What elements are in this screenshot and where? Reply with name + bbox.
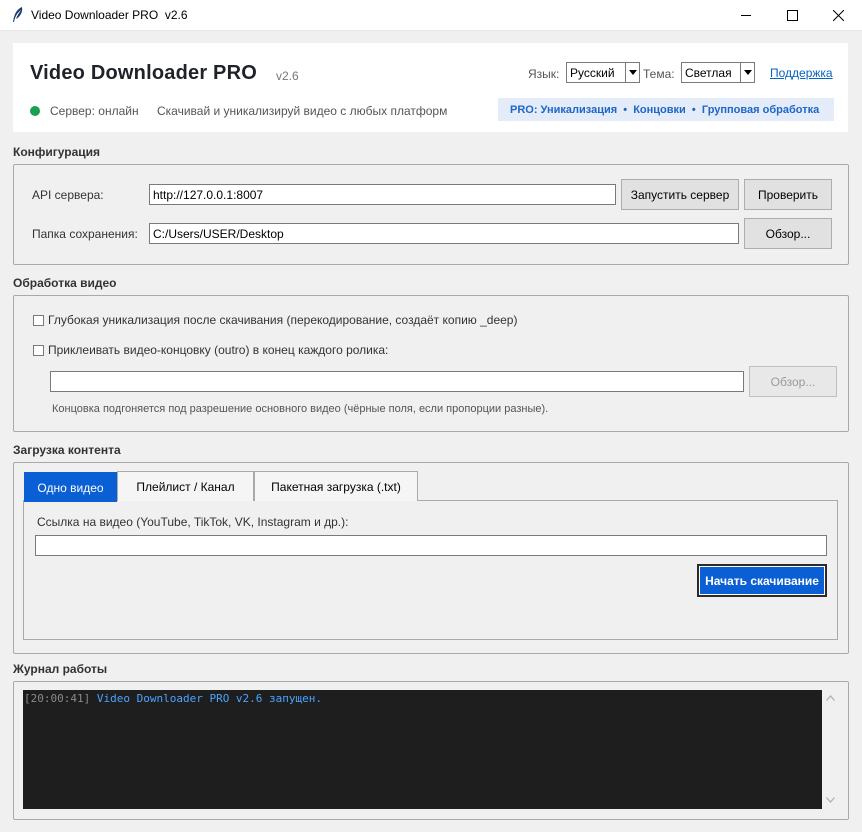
theme-select[interactable]: Светлая: [681, 62, 755, 83]
app-version: v2.6: [276, 69, 299, 83]
folder-input[interactable]: C:/Users/USER/Desktop: [149, 223, 739, 244]
theme-label: Тема:: [643, 67, 675, 81]
server-status: Сервер: онлайн: [50, 104, 139, 118]
scroll-up-icon[interactable]: [826, 695, 835, 701]
folder-input-value: C:/Users/USER/Desktop: [153, 227, 284, 241]
outro-path-input[interactable]: [50, 371, 744, 392]
log-message: Video Downloader PRO v2.6 запущен.: [96, 692, 323, 705]
check-server-button[interactable]: Проверить: [744, 179, 832, 210]
api-input-value: http://127.0.0.1:8007: [153, 188, 264, 202]
api-label: API сервера:: [32, 188, 104, 202]
app-title: Video Downloader PRO: [30, 62, 257, 84]
log-output[interactable]: [20:00:41] Video Downloader PRO v2.6 зап…: [23, 690, 822, 809]
scroll-down-icon[interactable]: [826, 797, 835, 803]
outro-label[interactable]: Приклеивать видео-концовку (outro) в кон…: [48, 343, 388, 357]
start-download-button[interactable]: Начать скачивание: [697, 564, 827, 597]
download-section-title: Загрузка контента: [13, 443, 121, 457]
log-line: [20:00:41] Video Downloader PRO v2.6 зап…: [24, 692, 322, 705]
tagline: Скачивай и уникализируй видео с любых пл…: [157, 104, 448, 118]
language-select-value: Русский: [570, 66, 615, 80]
support-link[interactable]: Поддержка: [770, 66, 833, 80]
api-input[interactable]: http://127.0.0.1:8007: [149, 184, 616, 205]
start-server-button[interactable]: Запустить сервер: [621, 179, 739, 210]
chevron-down-icon[interactable]: [740, 63, 754, 82]
tab-single-video[interactable]: Одно видео: [24, 472, 117, 502]
window-title: Video Downloader PRO v2.6: [31, 8, 188, 22]
minimize-icon: [740, 15, 751, 16]
close-icon: [832, 10, 844, 21]
log-timestamp: [20:00:41]: [24, 692, 91, 705]
outro-checkbox[interactable]: [33, 345, 44, 356]
tab-playlist-channel[interactable]: Плейлист / Канал: [117, 471, 254, 501]
outro-browse-button[interactable]: Обзор...: [749, 366, 837, 397]
tab-batch-download[interactable]: Пакетная загрузка (.txt): [254, 471, 418, 501]
log-section-title: Журнал работы: [13, 662, 108, 676]
theme-select-value: Светлая: [685, 66, 732, 80]
folder-label: Папка сохранения:: [32, 227, 138, 241]
deep-unique-checkbox[interactable]: [33, 315, 44, 326]
processing-section-title: Обработка видео: [13, 276, 117, 290]
chevron-down-icon[interactable]: [625, 63, 639, 82]
log-scrollbar[interactable]: [822, 690, 839, 809]
maximize-icon: [786, 10, 798, 21]
url-label: Ссылка на видео (YouTube, TikTok, VK, In…: [37, 515, 349, 529]
close-button[interactable]: [815, 0, 861, 31]
config-section-title: Конфигурация: [13, 145, 101, 159]
maximize-button[interactable]: [769, 0, 815, 31]
browse-folder-button[interactable]: Обзор...: [744, 218, 832, 249]
language-select[interactable]: Русский: [566, 62, 640, 83]
outro-hint: Концовка подгоняется под разрешение осно…: [52, 403, 549, 415]
minimize-button[interactable]: [723, 0, 769, 31]
deep-unique-label[interactable]: Глубокая уникализация после скачивания (…: [48, 313, 517, 327]
pro-banner-text: PRO: Уникализация • Концовки • Групповая…: [510, 104, 820, 116]
status-dot-icon: [30, 106, 40, 116]
url-input[interactable]: [35, 535, 827, 556]
feather-icon: [13, 7, 23, 22]
language-label: Язык:: [528, 67, 560, 81]
